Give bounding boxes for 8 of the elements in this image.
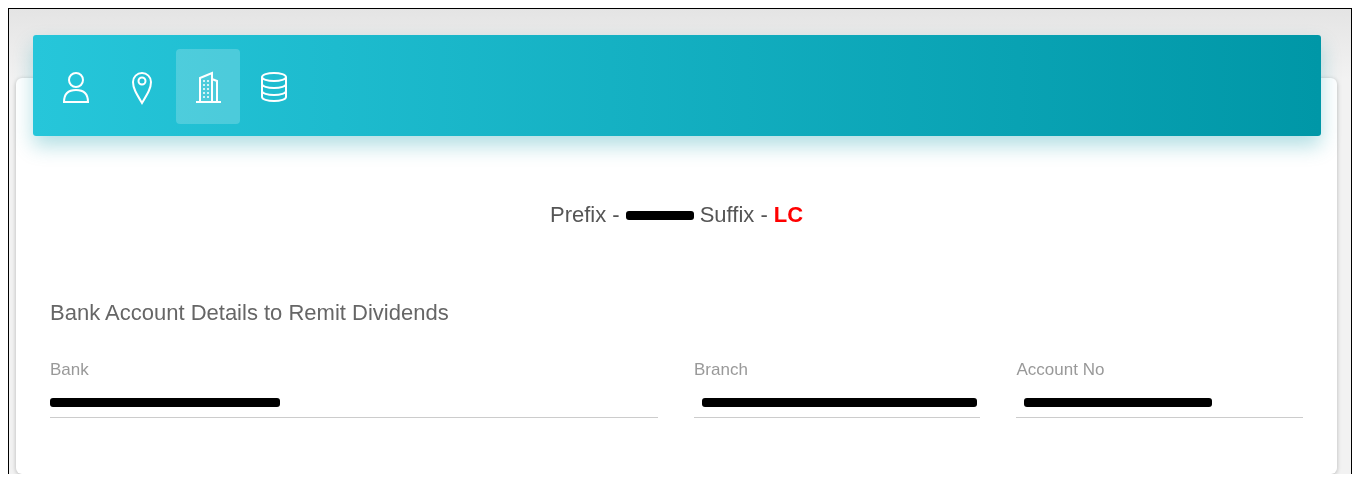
- field-label: Account No: [1016, 360, 1106, 380]
- field-label: Branch: [693, 360, 749, 380]
- suffix-label: Suffix -: [699, 202, 768, 228]
- tab[interactable]: [176, 49, 240, 124]
- suffix-value: LC: [773, 202, 804, 228]
- prefix-label: Prefix -: [549, 202, 620, 228]
- section-title: Bank Account Details to Remit Dividends: [50, 300, 450, 326]
- field-label: Bank: [50, 360, 90, 380]
